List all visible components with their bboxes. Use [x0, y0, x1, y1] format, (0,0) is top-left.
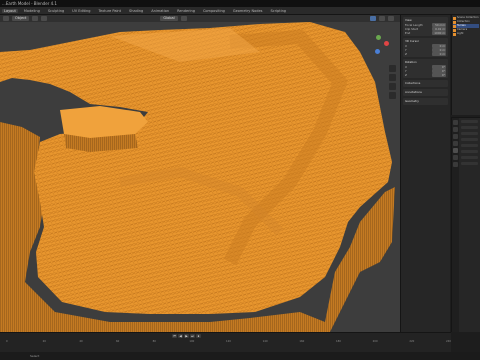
npanel-row-field[interactable]: 0° [432, 73, 446, 77]
npanel-section[interactable]: View Focal Length 50 mm Clip Start 0.01 m End… [403, 17, 448, 36]
overlay-icon[interactable] [369, 16, 376, 21]
npanel-row-label: End [405, 31, 411, 35]
npanel-section[interactable]: Collections [403, 80, 448, 87]
properties-editor [451, 117, 480, 332]
workspace-tab[interactable]: Layout [2, 8, 18, 13]
shading-solid-icon[interactable] [378, 16, 385, 21]
npanel-row-label: Z [405, 73, 407, 77]
workspace-tabs: Layout Modeling Sculpting UV Editing Texture… [0, 7, 480, 15]
terrain-plateau-ledge [60, 106, 148, 138]
workspace-tab[interactable]: Texture Paint [96, 9, 123, 13]
pan-hand-icon[interactable] [389, 74, 396, 81]
timeline-editor[interactable]: ⏮ ◀ ▶ ⏭ ⏺ 0 20 40 60 80 100 120 140 160 180 200 220 240 [0, 332, 451, 352]
npanel-section[interactable]: Rotation X 0° Y 0° Z 0° [403, 59, 448, 78]
timeline-tick-label: 60 [116, 340, 120, 343]
npanel-section[interactable]: 3D Cursor X 0 mY0 mZ0 m [403, 38, 448, 57]
npanel-section-title: Collections [405, 81, 421, 85]
workspace-tab[interactable]: Geometry Nodes [231, 9, 265, 13]
npanel-row: Z 0° [405, 73, 446, 77]
render-tab-icon[interactable] [453, 127, 458, 132]
npanel-row-label: Z [405, 52, 407, 56]
grid-icon[interactable] [389, 92, 396, 99]
status-bar: Select [0, 352, 480, 360]
timeline-ruler[interactable]: 0 20 40 60 80 100 120 140 160 180 200 220 240 [0, 340, 451, 345]
workspace-tab[interactable]: Compositing [201, 9, 227, 13]
timeline-tick-label: 240 [446, 340, 451, 343]
gizmo-x-axis-icon[interactable] [384, 41, 389, 46]
object-icon [453, 20, 456, 24]
viewport-header: Object Global [0, 15, 400, 22]
object-icon [453, 24, 456, 28]
timeline-tick-label: 120 [226, 340, 231, 343]
timeline-tick-label: 220 [409, 340, 415, 343]
npanel-section-title: Rotation [405, 60, 417, 64]
npanel-row: Z 0 m [405, 52, 446, 56]
timeline-tick-label: 40 [79, 340, 83, 343]
view-menu-icon[interactable] [32, 16, 39, 21]
npanel-section-title: View [405, 18, 412, 22]
timeline-tick-label: 0 [6, 340, 8, 343]
playback-controls: ⏮ ◀ ▶ ⏭ ⏺ [172, 334, 201, 338]
sidebar-n-panel: View Focal Length 50 mm Clip Start 0.01 m End… [400, 15, 450, 332]
timeline-tick-label: 100 [189, 340, 195, 343]
workspace-tab[interactable]: Shading [127, 9, 145, 13]
playback-button[interactable]: ◀ [178, 334, 183, 338]
properties-tabs [452, 118, 459, 332]
playback-button[interactable]: ⏮ [172, 334, 177, 338]
timeline-tick-label: 20 [42, 340, 46, 343]
outliner-item[interactable]: Light [453, 32, 479, 36]
workspace-tab[interactable]: Sculpting [46, 9, 66, 13]
scene-tab-icon[interactable] [453, 141, 458, 146]
transform-orientation[interactable]: Global [160, 16, 178, 21]
window-titlebar: ...Earth Model - Blender 4.1 [0, 0, 480, 7]
playback-button[interactable]: ⏺ [196, 334, 201, 338]
workspace-tab[interactable]: Animation [149, 9, 171, 13]
npanel-section-title: Annotations [405, 90, 422, 94]
playback-button[interactable]: ⏭ [190, 334, 195, 338]
shading-material-icon[interactable] [387, 16, 394, 21]
snap-icon[interactable] [180, 16, 187, 21]
navigation-gizmo[interactable] [372, 35, 394, 63]
editor-type-icon[interactable] [3, 16, 9, 21]
object-icon [453, 28, 456, 32]
timeline-tick-label: 160 [299, 340, 305, 343]
outliner-item-label: Light [457, 32, 464, 35]
object-icon [453, 16, 456, 20]
gizmo-y-axis-icon[interactable] [376, 35, 381, 40]
mode-selector[interactable]: Object [12, 16, 30, 21]
workspace-tab[interactable]: UV Editing [70, 9, 92, 13]
workspace-tab[interactable]: Scripting [268, 9, 288, 13]
timeline-tick-label: 200 [372, 340, 378, 343]
modifier-tab-icon[interactable] [453, 155, 458, 160]
workspace-tab[interactable]: Modeling [22, 9, 42, 13]
npanel-section[interactable]: Geometry [403, 98, 448, 105]
workspace-tab[interactable]: Rendering [175, 9, 197, 13]
timeline-tick-label: 140 [262, 340, 268, 343]
playback-button[interactable]: ▶ [184, 334, 189, 338]
zoom-icon[interactable] [389, 65, 396, 72]
npanel-section-title: 3D Cursor [405, 39, 420, 43]
output-tab-icon[interactable] [453, 134, 458, 139]
npanel-section[interactable]: Annotations [403, 89, 448, 96]
gizmo-z-axis-icon[interactable] [375, 49, 380, 54]
terrain-mesh[interactable] [0, 22, 400, 332]
camera-view-icon[interactable] [389, 83, 396, 90]
outliner: Scene Collection Collection Terrain Camera L… [451, 15, 480, 115]
npanel-row-field[interactable]: 1000 m [432, 31, 446, 35]
window-title: ...Earth Model - Blender 4.1 [2, 1, 57, 6]
properties-content [459, 118, 480, 332]
timeline-tick-label: 180 [336, 340, 341, 343]
object-icon [453, 32, 456, 36]
3d-viewport[interactable]: Object Global [0, 15, 400, 332]
tool-tab-icon[interactable] [453, 120, 458, 125]
object-tab-icon[interactable] [453, 148, 458, 153]
material-tab-icon[interactable] [453, 162, 458, 167]
timeline-tick-label: 80 [152, 340, 156, 343]
npanel-row: End 1000 m [405, 31, 446, 35]
viewport-navigation-buttons [389, 65, 397, 101]
status-text: Select [30, 354, 40, 358]
npanel-section-title: Geometry [405, 99, 419, 103]
select-menu-icon[interactable] [41, 16, 48, 21]
npanel-row-field[interactable]: 0 m [432, 52, 446, 56]
